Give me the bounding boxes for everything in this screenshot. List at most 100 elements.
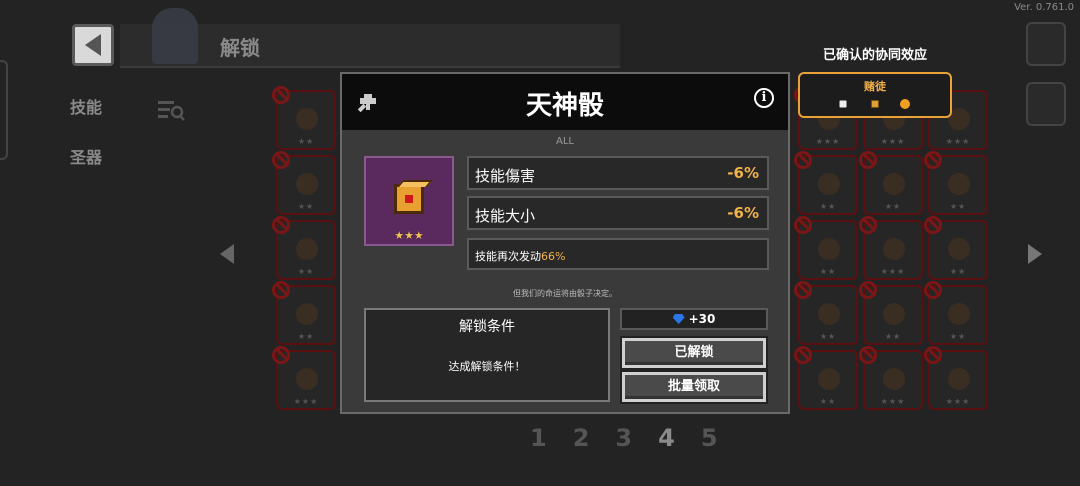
gem-icon [672,314,685,324]
grid-item[interactable]: ★★ [924,151,988,215]
grid-item-stars: ★★★ [945,137,971,146]
item-icon [296,368,318,390]
grid-item[interactable]: ★★★ [859,346,923,410]
grid-item-stars: ★★ [819,267,837,276]
locked-icon [924,346,942,364]
page-title: 解锁 [220,36,260,60]
locked-icon [924,151,942,169]
page-number[interactable]: 5 [701,424,718,452]
menu-icon[interactable] [1026,22,1066,66]
unlock-condition-title: 解锁条件 [459,319,515,335]
locked-icon [794,346,812,364]
grid-item-stars: ★★ [297,267,315,276]
reward-display: +30 [620,308,768,330]
grid-item[interactable]: ★★ [794,281,858,345]
prev-page-arrow-icon[interactable] [220,244,234,264]
character-portrait [152,8,198,64]
effect-row: 技能再次发动66% [467,238,769,270]
effect-text: 技能再次发动 [475,250,541,263]
item-portrait: ★★★ [364,156,454,246]
grid-item[interactable]: ★★ [794,151,858,215]
info-icon[interactable]: i [754,88,774,108]
grid-item-stars: ★★★ [815,137,841,146]
flavor-text: 但我们的命运将由骰子决定。 [513,289,617,298]
grid-item[interactable]: ★★ [924,281,988,345]
grid-item-stars: ★★ [949,267,967,276]
grid-item-stars: ★★ [819,332,837,341]
grid-item[interactable]: ★★ [272,216,336,280]
grid-item[interactable]: ★★ [272,151,336,215]
pagination: 1 2 3 4 5 [530,424,718,452]
item-icon [818,238,840,260]
grid-item-stars: ★★★ [293,397,319,406]
grid-item[interactable]: ★★ [272,281,336,345]
item-icon [883,368,905,390]
synergy-card[interactable]: 赌徒 [798,72,952,118]
item-icon [883,303,905,325]
item-icon [296,108,318,130]
grid-item-stars: ★★ [949,332,967,341]
grid-item-stars: ★★ [819,397,837,406]
item-icon [883,173,905,195]
locked-icon [272,346,290,364]
dice-icon [394,184,424,214]
grid-item-stars: ★★ [884,202,902,211]
next-page-arrow-icon[interactable] [1028,244,1042,264]
back-arrow-icon [85,34,101,56]
item-title: 天神骰 [525,91,604,121]
item-category: ALL [556,136,574,147]
dice-white-icon [839,100,847,108]
item-icon [296,238,318,260]
page-number[interactable]: 1 [530,424,547,452]
page-number-current[interactable]: 4 [658,424,675,452]
locked-icon [924,216,942,234]
item-icon [948,238,970,260]
modal-header: 天神骰 i [342,74,788,130]
stat-label: 技能大小 [475,207,536,225]
coin-icon [900,99,910,109]
grid-item-stars: ★★ [297,202,315,211]
grid-item[interactable]: ★★ [859,281,923,345]
list-icon[interactable] [1026,82,1066,126]
grid-item[interactable]: ★★ [924,216,988,280]
grid-item[interactable]: ★★ [859,151,923,215]
tab-relics[interactable]: 圣器 [70,144,102,168]
bulk-claim-button[interactable]: 批量领取 [620,370,768,404]
grid-item[interactable]: ★★ [794,216,858,280]
stat-row: 技能傷害 -6% [467,156,769,190]
item-detail-modal: 天神骰 i ALL ★★★ 技能傷害 -6% 技能大小 -6% 技能再次发动66… [340,72,790,414]
grid-item[interactable]: ★★ [272,86,336,150]
side-panel-handle[interactable] [0,60,8,160]
item-icon [948,303,970,325]
locked-icon [794,281,812,299]
item-icon [948,368,970,390]
grid-item[interactable]: ★★★ [859,216,923,280]
grid-item[interactable]: ★★★ [272,346,336,410]
grid-item-stars: ★★★ [945,397,971,406]
back-button[interactable] [72,24,114,66]
unlock-condition-box: 解锁条件 达成解锁条件！ [364,308,610,402]
rarity-stars: ★★★ [394,229,424,242]
locked-icon [272,151,290,169]
dice-gold-icon [871,100,879,108]
grid-item-stars: ★★ [819,202,837,211]
synergy-name: 赌徒 [864,80,886,93]
grid-item[interactable]: ★★ [794,346,858,410]
item-icon [818,368,840,390]
grid-item-stars: ★★★ [880,137,906,146]
grid-item[interactable]: ★★★ [924,346,988,410]
grid-item-stars: ★★★ [880,267,906,276]
unlocked-button[interactable]: 已解锁 [620,336,768,370]
filter-search-icon[interactable] [156,98,186,122]
grid-item-stars: ★★ [297,137,315,146]
item-icon [818,303,840,325]
page-number[interactable]: 2 [573,424,590,452]
page-number[interactable]: 3 [615,424,632,452]
tab-skills[interactable]: 技能 [70,94,102,118]
grid-item-stars: ★★ [297,332,315,341]
effect-highlight: 66% [541,250,566,263]
reward-amount: +30 [688,312,716,326]
locked-icon [859,216,877,234]
locked-icon [924,281,942,299]
locked-icon [794,151,812,169]
